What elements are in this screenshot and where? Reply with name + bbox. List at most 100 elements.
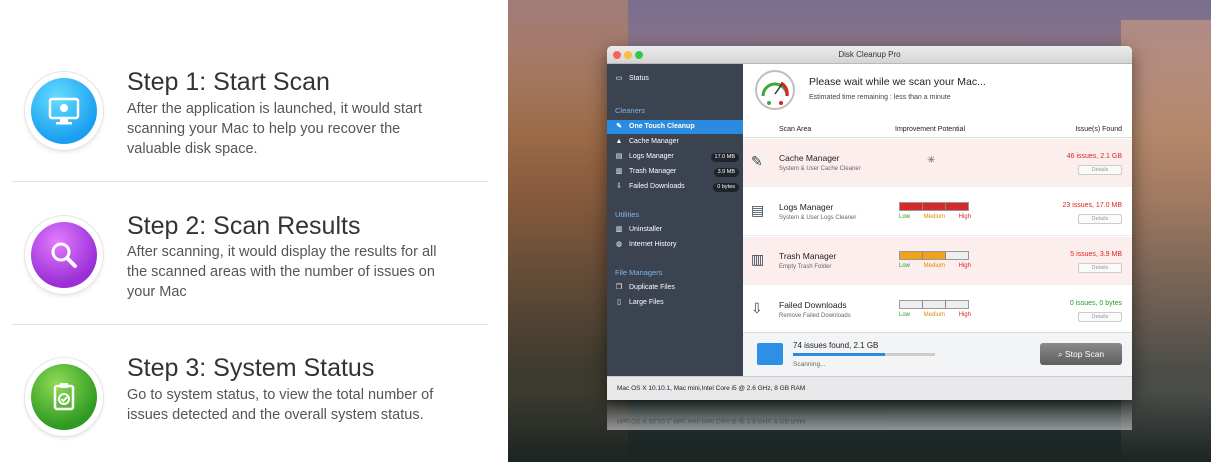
- column-header: Scan Area: [779, 126, 812, 133]
- sidebar-item-status[interactable]: ▭ Status: [615, 72, 743, 86]
- sidebar-item-label: Status: [629, 75, 649, 82]
- trash-icon: ▥: [615, 168, 623, 175]
- scan-area-title: Trash Manager: [779, 251, 837, 261]
- low-label: Low: [899, 214, 911, 220]
- globe-icon: ◍: [615, 241, 623, 248]
- duplicate-icon: ❐: [615, 284, 623, 291]
- search-icon: ⌕: [1057, 349, 1065, 359]
- scan-area-subtitle: System & User Cache Cleaner: [779, 166, 861, 172]
- stop-scan-button[interactable]: ⌕ Stop Scan: [1040, 343, 1122, 365]
- issues-found: 5 issues, 3.9 MB: [1070, 251, 1122, 258]
- improvement-potential-bar: [899, 251, 969, 260]
- table-header: Scan Area Improvement Potential Issue(s)…: [743, 122, 1132, 138]
- sidebar-item-label: Large Files: [629, 299, 664, 306]
- sidebar-item-internet-history[interactable]: ◍ Internet History: [615, 238, 743, 252]
- step-2: Step 2: Scan Results After scanning, it …: [12, 182, 488, 324]
- potential-labels: Low Medium High: [899, 263, 971, 269]
- table-row: ▥ Trash Manager Empty Trash Folder Low Mediu…: [743, 237, 1132, 285]
- step-3-title: Step 3: System Status: [127, 354, 375, 382]
- sidebar-item-logs-manager[interactable]: ▤ Logs Manager 17.0 MB: [615, 150, 743, 164]
- scan-progress-fill: [793, 353, 886, 356]
- download-icon: ⇩: [616, 183, 622, 190]
- sidebar-item-label: Logs Manager: [629, 153, 674, 160]
- high-label: High: [958, 263, 971, 269]
- zoom-window-button[interactable]: [635, 51, 643, 59]
- potential-segment: [946, 203, 968, 210]
- potential-segment: [900, 203, 923, 210]
- brush-icon: ▲: [615, 138, 623, 145]
- potential-segment: [923, 252, 946, 259]
- sidebar-item-label: Internet History: [629, 241, 677, 248]
- potential-labels: Low Medium High: [899, 312, 971, 318]
- main-panel: Please wait while we scan your Mac... Es…: [743, 64, 1132, 376]
- file-icon: ▯: [617, 299, 621, 306]
- sidebar-item-large-files[interactable]: ▯ Large Files: [615, 296, 743, 310]
- trash-icon: ▥: [751, 251, 765, 267]
- step-3: Step 3: System Status Go to system statu…: [12, 325, 488, 467]
- size-badge: 3.9 MB: [713, 168, 739, 177]
- scanning-label: Scanning...: [793, 361, 826, 368]
- mac-monitor-icon: [31, 78, 97, 144]
- potential-segment: [923, 203, 946, 210]
- low-label: Low: [899, 312, 911, 318]
- medium-label: Medium: [923, 214, 945, 220]
- desktop-wallpaper: Disk Cleanup Pro ▭ Status Cleaners ✎ One…: [508, 0, 1211, 462]
- scan-progress-bar: [793, 353, 935, 356]
- size-badge: 0 bytes: [713, 183, 739, 192]
- sidebar-item-label: Cache Manager: [629, 138, 679, 145]
- details-button[interactable]: Details: [1078, 165, 1122, 175]
- table-row: ⇩ Failed Downloads Remove Failed Downloads…: [743, 286, 1132, 334]
- improvement-potential-bar: [899, 202, 969, 211]
- potential-labels: Low Medium High: [899, 214, 971, 220]
- potential-segment: [900, 301, 923, 308]
- scan-area-title: Cache Manager: [779, 153, 840, 163]
- scan-message: Please wait while we scan your Mac...: [809, 76, 986, 88]
- sidebar-item-trash-manager[interactable]: ▥ Trash Manager 3.9 MB: [615, 165, 743, 179]
- document-icon: ▤: [751, 202, 765, 218]
- scan-footer: 74 issues found, 2.1 GB Scanning... ⌕ St…: [743, 332, 1132, 376]
- size-badge: 17.0 MB: [710, 153, 739, 162]
- details-button[interactable]: Details: [1078, 312, 1122, 322]
- scan-estimate: Estimated time remaining : less than a m…: [809, 94, 951, 101]
- step-1: Step 1: Start Scan After the application…: [12, 0, 488, 157]
- sidebar-item-duplicate-files[interactable]: ❐ Duplicate Files: [615, 281, 743, 295]
- minimize-window-button[interactable]: [624, 51, 632, 59]
- broom-icon: ✎: [751, 153, 763, 169]
- window-title: Disk Cleanup Pro: [838, 50, 901, 59]
- close-window-button[interactable]: [613, 51, 621, 59]
- sidebar-section-file-managers: File Managers: [615, 268, 663, 277]
- speed-gauge-icon: [755, 70, 795, 110]
- system-info-bar: Mac OS X 10.10.1, Mac mini,Intel Core i5…: [607, 376, 1132, 400]
- sidebar-section-cleaners: Cleaners: [615, 106, 646, 115]
- scan-area-subtitle: Remove Failed Downloads: [779, 313, 851, 319]
- improvement-potential-bar: [899, 300, 969, 309]
- high-label: High: [958, 312, 971, 318]
- step-2-badge: [25, 216, 103, 294]
- issues-found: 23 issues, 17.0 MB: [1062, 202, 1122, 209]
- issues-found-summary: 74 issues found, 2.1 GB: [793, 341, 879, 350]
- step-1-title: Step 1: Start Scan: [127, 68, 330, 96]
- sidebar-item-label: One Touch Cleanup: [629, 123, 695, 130]
- sidebar-item-label: Uninstaller: [629, 226, 663, 233]
- document-icon: ▤: [615, 153, 623, 160]
- sidebar-item-cache-manager[interactable]: ▲ Cache Manager: [615, 135, 743, 149]
- magnifier-icon: [31, 222, 97, 288]
- sidebar-item-failed-downloads[interactable]: ⇩ Failed Downloads 0 bytes: [615, 180, 743, 194]
- scan-area-subtitle: System & User Logs Cleaner: [779, 215, 857, 221]
- sidebar-item-one-touch-cleanup[interactable]: ✎ One Touch Cleanup: [615, 120, 743, 134]
- step-1-badge: [25, 72, 103, 150]
- steps-panel: Step 1: Start Scan After the application…: [0, 0, 508, 462]
- stop-scan-label: Stop Scan: [1064, 349, 1105, 359]
- sidebar-item-uninstaller[interactable]: ▥ Uninstaller: [615, 223, 743, 237]
- details-button[interactable]: Details: [1078, 263, 1122, 273]
- table-row: ▤ Logs Manager System & User Logs Cleaner L…: [743, 188, 1132, 236]
- app-window: Disk Cleanup Pro ▭ Status Cleaners ✎ One…: [607, 46, 1132, 400]
- loading-spinner-icon: ✳: [927, 155, 936, 166]
- issues-found: 46 issues, 2.1 GB: [1066, 153, 1122, 160]
- step-3-badge: [25, 358, 103, 436]
- issues-found: 0 issues, 0 bytes: [1069, 300, 1122, 307]
- potential-segment: [946, 252, 968, 259]
- details-button[interactable]: Details: [1078, 214, 1122, 224]
- column-header: Issue(s) Found: [1075, 126, 1122, 133]
- step-3-description: Go to system status, to view the total n…: [127, 387, 434, 423]
